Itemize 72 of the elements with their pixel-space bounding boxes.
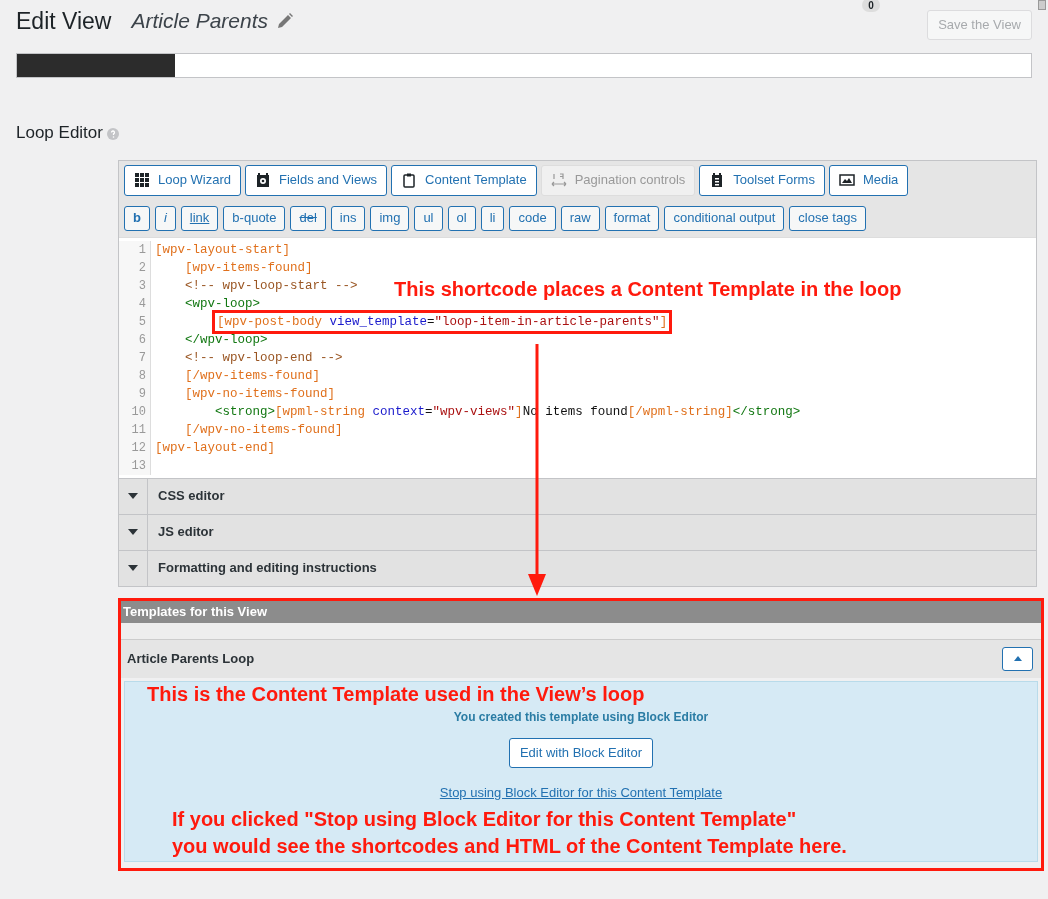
tag-button[interactable]: raw — [560, 205, 600, 231]
tag-button[interactable]: code — [509, 205, 556, 231]
line-number: 6 — [137, 331, 147, 349]
line-number: 12 — [130, 439, 147, 457]
tag-button[interactable]: b — [124, 205, 150, 231]
collapsible-row[interactable]: CSS editor — [119, 477, 1036, 514]
annotation-text: This shortcode places a Content Template in the loop — [394, 276, 902, 302]
toolbar-button[interactable]: Loop Wizard — [124, 164, 241, 196]
camera-icon — [255, 172, 271, 188]
caret-icon — [128, 529, 138, 535]
line-number: 10 — [130, 403, 147, 421]
clipboard-icon — [401, 172, 418, 188]
tag-button[interactable]: del — [290, 205, 326, 231]
pencil-icon[interactable] — [276, 12, 295, 30]
caret-icon — [128, 565, 138, 571]
line-number: 8 — [137, 367, 147, 385]
line-number: 4 — [137, 295, 147, 313]
line-number: 9 — [137, 385, 147, 403]
collapsible-row[interactable]: JS editor — [119, 513, 1036, 550]
line-number: 13 — [130, 457, 147, 475]
toolbar-button[interactable]: Fields and Views — [245, 164, 388, 196]
tag-button[interactable]: i — [154, 205, 176, 231]
stop-link[interactable]: Stop using Block Editor for this Content Template — [439, 782, 723, 802]
tag-button[interactable]: li — [480, 205, 505, 231]
tag-button[interactable]: format — [604, 205, 660, 231]
toolbar-button[interactable]: Toolset Forms — [699, 164, 825, 196]
code-line: [wpv-layout-start] — [155, 241, 291, 259]
line-number: 1 — [137, 241, 147, 259]
template-name: Article Parents Loop — [127, 649, 255, 668]
code-line: [wpv-post-body view_template="loop-item-in-article-parents"] — [215, 312, 670, 331]
collapsible-row[interactable]: Formatting and editing instructions — [119, 549, 1036, 586]
annotation-text: This is the Content Template used in the View’s loop — [147, 681, 645, 707]
code-line: [wpv-no-items-found] — [184, 385, 336, 403]
section-title: Loop Editor — [16, 122, 103, 144]
tag-button[interactable]: ol — [447, 205, 476, 231]
code-line: <wpv-loop> — [184, 295, 261, 313]
code-line: [/wpv-no-items-found] — [184, 421, 343, 439]
caret-icon — [128, 493, 138, 499]
line-number: 7 — [137, 349, 147, 367]
image-icon — [838, 172, 855, 188]
tag-button[interactable]: conditional output — [664, 205, 785, 231]
tag-button[interactable]: link — [180, 205, 219, 231]
panel-header: Templates for this View — [121, 600, 1041, 623]
page-title: Edit View — [16, 8, 112, 34]
count-badge: 0 — [862, 0, 880, 12]
tag-button[interactable]: ul — [414, 205, 443, 231]
code-editor[interactable] — [119, 237, 1036, 478]
code-line: </wpv-loop> — [184, 331, 268, 349]
view-name: Article Parents — [131, 8, 269, 34]
line-number: 11 — [130, 421, 147, 439]
pagination-icon — [550, 172, 567, 188]
tag-button[interactable]: ins — [330, 205, 366, 231]
code-line: [wpv-layout-end] — [155, 439, 276, 457]
code-line: [wpv-items-found] — [184, 259, 313, 277]
notice-text: You created this template using Block Editor — [453, 708, 709, 726]
grid-icon — [134, 172, 150, 188]
line-number: 2 — [137, 259, 147, 277]
line-number: 5 — [137, 313, 147, 331]
line-number: 3 — [137, 277, 147, 295]
tag-button[interactable]: close tags — [789, 205, 866, 231]
toolbar-button[interactable]: Media — [828, 164, 909, 196]
caret-icon — [1013, 656, 1022, 661]
code-line: <!-- wpv-loop-start --> — [184, 277, 358, 295]
tag-button[interactable]: img — [370, 205, 410, 231]
annotation-text: If you clicked "Stop using Block Editor for this Content Template" — [172, 806, 798, 832]
code-line: <!-- wpv-loop-end --> — [184, 349, 343, 367]
code-line: [/wpv-items-found] — [184, 367, 321, 385]
annotation-text: you would see the shortcodes and HTML of the Content Template here. — [172, 833, 847, 859]
tag-button[interactable]: b-quote — [223, 205, 286, 231]
edit-button[interactable]: Edit with Block Editor — [508, 737, 654, 768]
toolbar-button[interactable]: Content Template — [391, 164, 537, 196]
collapse-button[interactable] — [1002, 646, 1033, 671]
